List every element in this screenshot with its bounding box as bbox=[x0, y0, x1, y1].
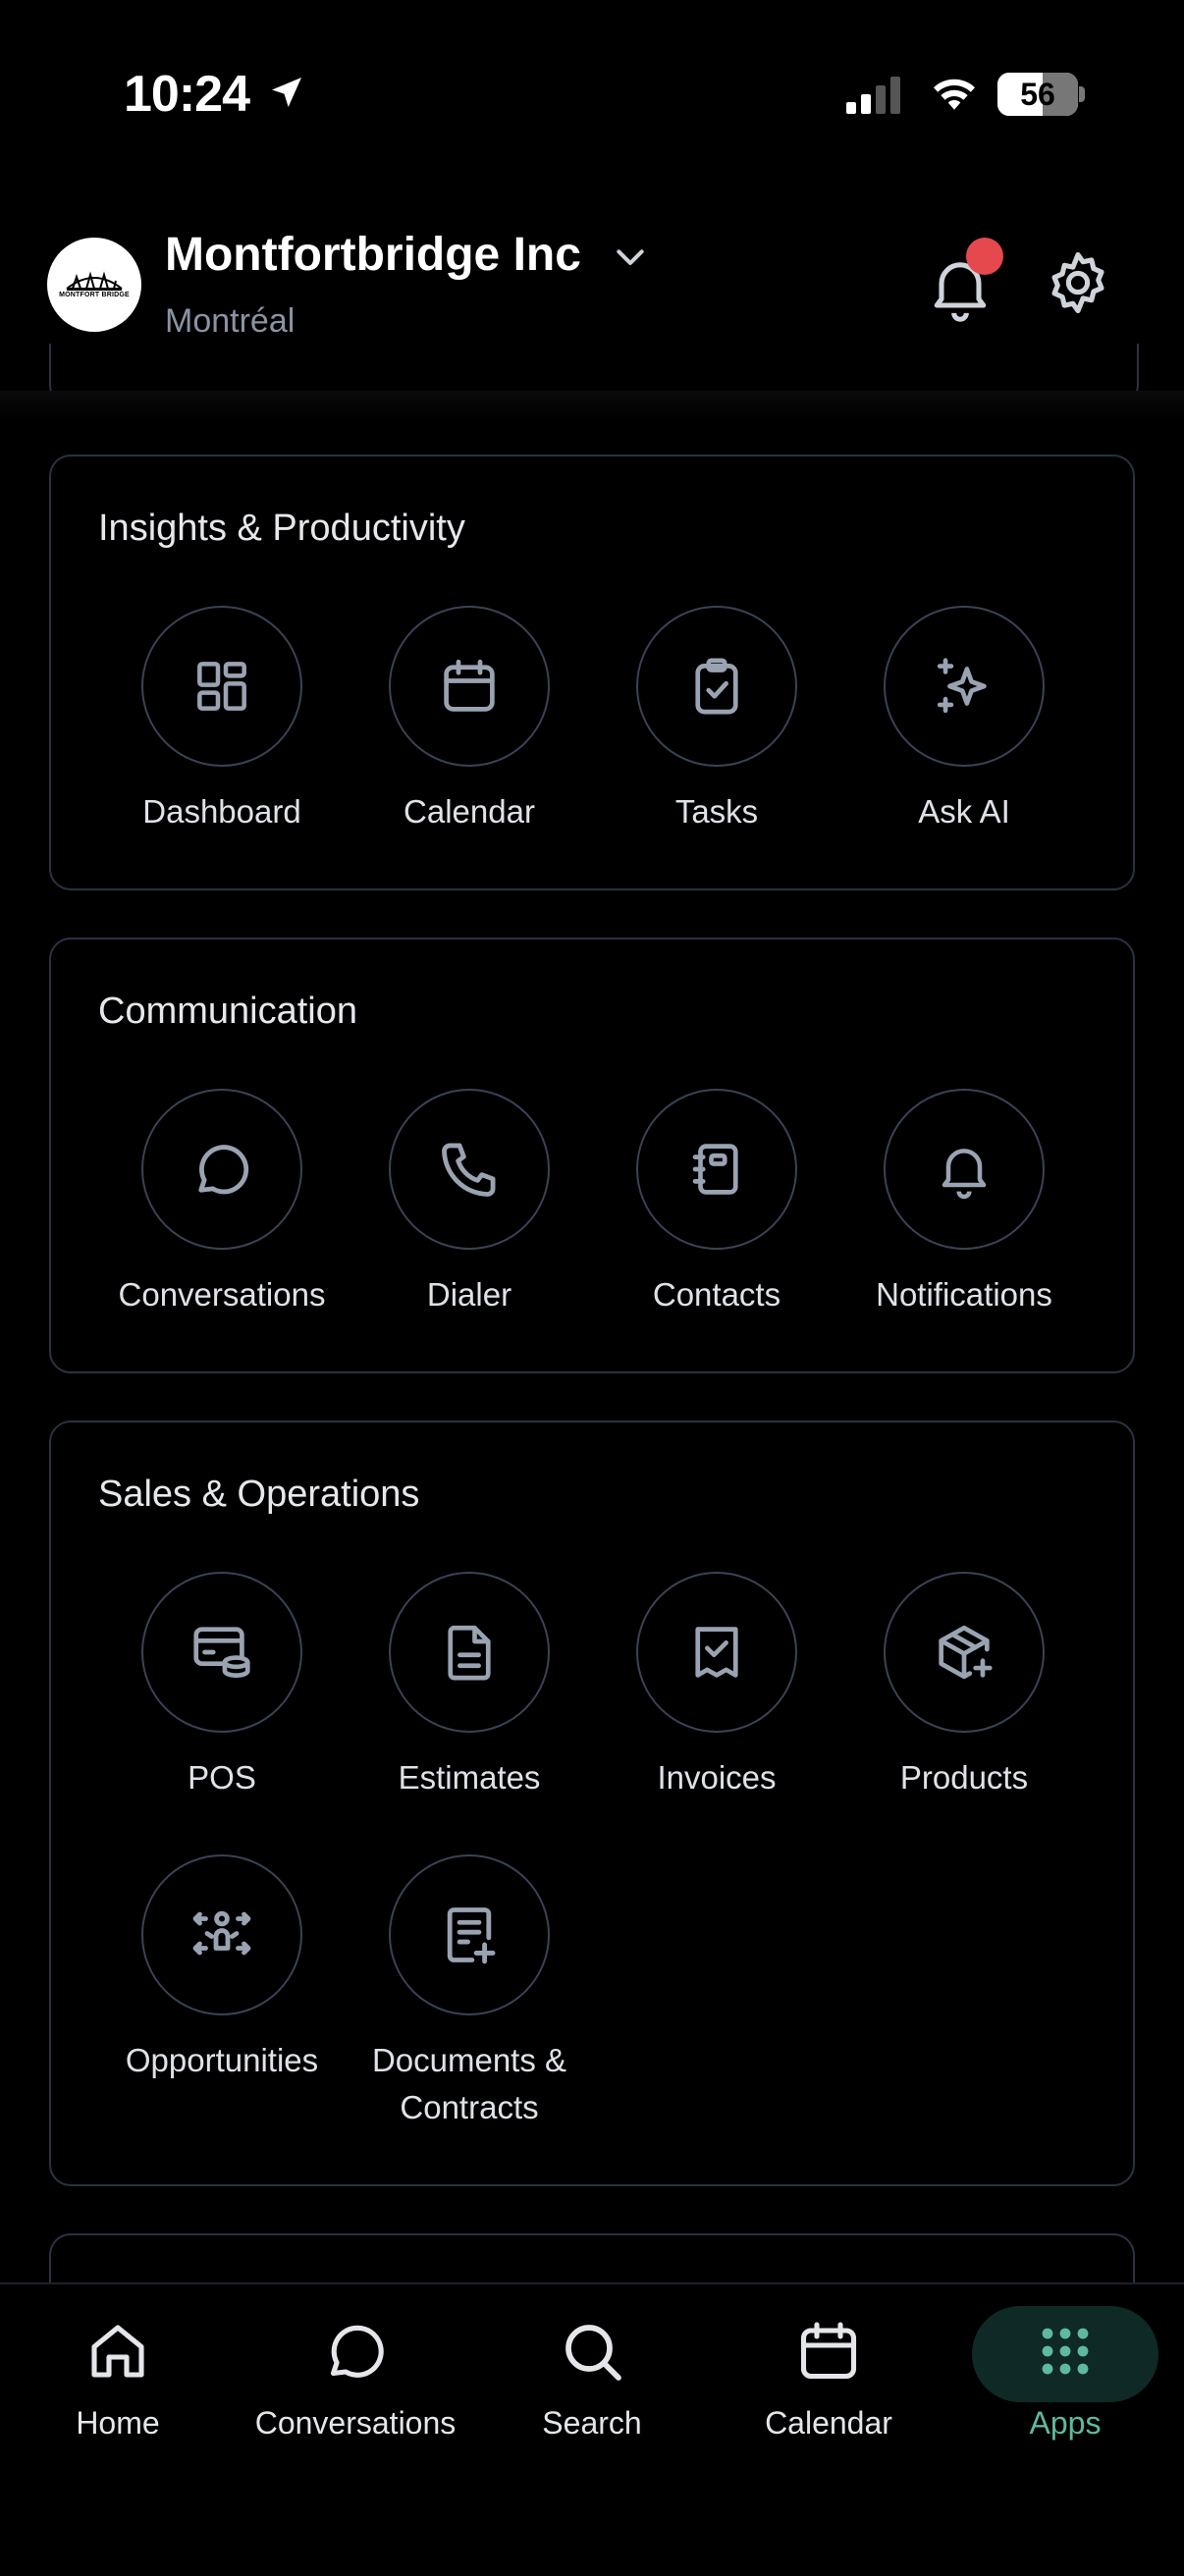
section-sales-operations: Sales & Operations POS Estimates Invoice… bbox=[49, 1421, 1135, 2186]
header-divider bbox=[0, 391, 1184, 420]
app-label: Documents & Contracts bbox=[371, 2042, 567, 2125]
app-conversations[interactable]: Conversations bbox=[98, 1089, 346, 1318]
bell-icon bbox=[884, 1089, 1045, 1250]
document-icon bbox=[389, 1572, 550, 1733]
nav-label: Home bbox=[76, 2405, 160, 2441]
app-label: Estimates bbox=[398, 1759, 541, 1796]
app-dashboard[interactable]: Dashboard bbox=[98, 606, 346, 835]
app-calendar[interactable]: Calendar bbox=[346, 606, 593, 835]
status-time: 10:24 bbox=[124, 66, 250, 123]
nav-search[interactable]: Search bbox=[474, 2316, 710, 2442]
cellular-signal-icon bbox=[846, 77, 903, 121]
notification-dot bbox=[966, 238, 1003, 275]
app-documents-contracts[interactable]: Documents & Contracts bbox=[346, 1854, 593, 2131]
app-label: Products bbox=[899, 1759, 1029, 1796]
app-label: Dashboard bbox=[142, 793, 301, 830]
battery-indicator: 56 bbox=[997, 73, 1078, 116]
app-products[interactable]: Products bbox=[840, 1572, 1088, 1801]
app-ask-ai[interactable]: Ask AI bbox=[840, 606, 1088, 835]
nav-home[interactable]: Home bbox=[0, 2316, 236, 2442]
calendar-icon bbox=[389, 606, 550, 767]
sparkle-icon bbox=[884, 606, 1045, 767]
tasks-icon bbox=[636, 606, 797, 767]
home-icon bbox=[91, 2325, 144, 2378]
pos-icon bbox=[141, 1572, 302, 1733]
chat-icon bbox=[141, 1089, 302, 1250]
dashboard-icon bbox=[141, 606, 302, 767]
gear-icon[interactable] bbox=[1043, 247, 1113, 323]
nav-label: Calendar bbox=[765, 2405, 892, 2441]
app-label: Opportunities bbox=[125, 2042, 319, 2078]
nav-label: Conversations bbox=[254, 2405, 457, 2441]
app-label: Invoices bbox=[657, 1759, 777, 1796]
app-dialer[interactable]: Dialer bbox=[346, 1089, 593, 1318]
nav-label: Search bbox=[542, 2405, 642, 2441]
section-insights-productivity: Insights & Productivity Dashboard Calend… bbox=[49, 455, 1135, 890]
nav-apps[interactable]: Apps bbox=[947, 2316, 1183, 2442]
search-icon bbox=[565, 2325, 621, 2381]
app-label: Ask AI bbox=[918, 793, 1010, 830]
grid-icon bbox=[1042, 2328, 1089, 2375]
section-title: Communication bbox=[98, 991, 357, 1032]
section-title: Sales & Operations bbox=[98, 1474, 420, 1515]
company-location: Montréal bbox=[165, 302, 296, 340]
app-estimates[interactable]: Estimates bbox=[346, 1572, 593, 1801]
box-plus-icon bbox=[884, 1572, 1045, 1733]
chat-icon bbox=[330, 2325, 384, 2378]
app-label: Dialer bbox=[426, 1276, 512, 1313]
app-label: Contacts bbox=[652, 1276, 781, 1313]
calendar-icon bbox=[800, 2322, 857, 2380]
app-notifications[interactable]: Notifications bbox=[840, 1089, 1088, 1318]
app-label: POS bbox=[188, 1759, 256, 1796]
section-title: Insights & Productivity bbox=[98, 508, 465, 549]
section-communication: Communication Conversations Dialer Conta… bbox=[49, 938, 1135, 1373]
nav-calendar[interactable]: Calendar bbox=[711, 2316, 946, 2442]
chevron-down-icon[interactable] bbox=[611, 243, 650, 278]
app-invoices[interactable]: Invoices bbox=[593, 1572, 840, 1801]
nav-label: Apps bbox=[1029, 2405, 1102, 2441]
app-contacts[interactable]: Contacts bbox=[593, 1089, 840, 1318]
document-plus-icon bbox=[389, 1854, 550, 2015]
app-label: Conversations bbox=[118, 1276, 326, 1313]
wifi-icon bbox=[929, 73, 980, 119]
app-label: Tasks bbox=[674, 793, 759, 830]
nav-conversations[interactable]: Conversations bbox=[238, 2316, 473, 2442]
app-opportunities[interactable]: Opportunities bbox=[98, 1854, 346, 2084]
company-logo[interactable]: MONTFORT BRIDGE bbox=[47, 238, 141, 332]
bottom-navigation: Home Conversations Search Calendar Apps bbox=[0, 2282, 1184, 2576]
opportunities-icon bbox=[141, 1854, 302, 2015]
logo-text: MONTFORT BRIDGE bbox=[59, 292, 130, 298]
app-label: Calendar bbox=[404, 793, 535, 830]
battery-level: 56 bbox=[1020, 77, 1055, 112]
contacts-icon bbox=[636, 1089, 797, 1250]
battery-tip bbox=[1079, 86, 1085, 102]
app-tasks[interactable]: Tasks bbox=[593, 606, 840, 835]
phone-icon bbox=[389, 1089, 550, 1250]
company-name[interactable]: Montfortbridge Inc bbox=[165, 228, 581, 282]
location-arrow-icon bbox=[267, 71, 306, 119]
app-pos[interactable]: POS bbox=[98, 1572, 346, 1801]
receipt-icon bbox=[636, 1572, 797, 1733]
app-label: Notifications bbox=[876, 1276, 1052, 1313]
